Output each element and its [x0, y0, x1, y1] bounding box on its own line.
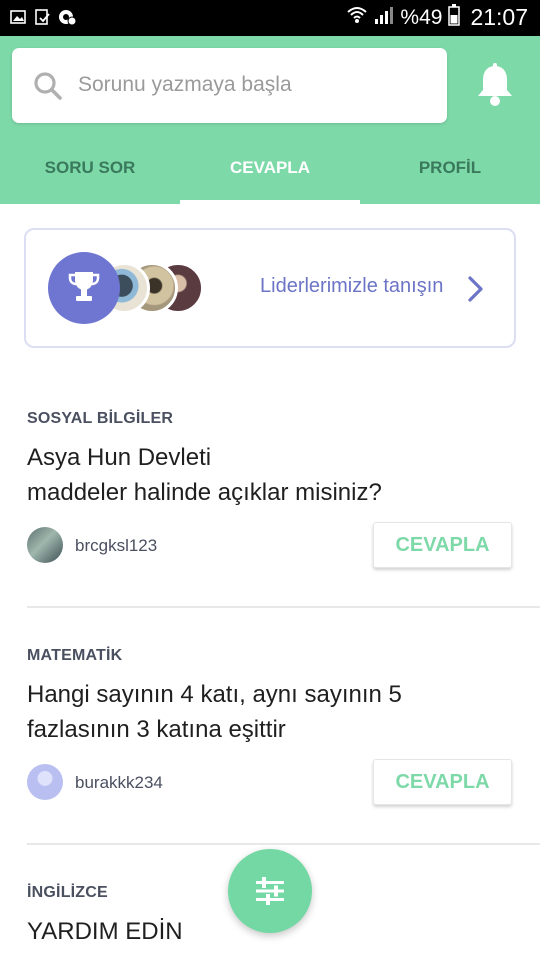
avatar[interactable]	[27, 527, 63, 563]
clock: 21:07	[470, 4, 528, 30]
question-subject: SOSYAL BİLGİLER	[27, 410, 174, 427]
tab-bar: SORU SOR CEVAPLA PROFİL	[0, 144, 540, 204]
answer-button[interactable]: CEVAPLA	[373, 522, 512, 568]
search-input[interactable]	[78, 62, 433, 108]
filter-button[interactable]	[228, 849, 312, 933]
username[interactable]: brcgksl123	[75, 536, 157, 556]
leaders-link[interactable]: Liderlerimizle tanışın	[260, 275, 443, 298]
status-bar: %49 21:07	[0, 0, 540, 36]
status-left-icons	[10, 9, 77, 26]
leaders-card[interactable]: Liderlerimizle tanışın	[24, 228, 516, 348]
tab-ask[interactable]: SORU SOR	[0, 144, 180, 204]
trophy-icon	[48, 252, 120, 324]
avatar[interactable]	[27, 764, 63, 800]
settings-notification-icon	[58, 9, 77, 26]
question-line: maddeler halinde açıklar misiniz?	[27, 479, 382, 506]
question-line: Asya Hun Devleti	[27, 444, 212, 471]
image-icon	[10, 9, 26, 25]
question-text: Asya Hun Devleti maddeler halinde açıkla…	[27, 440, 517, 510]
signal-icon	[374, 5, 394, 30]
username[interactable]: burakkk234	[75, 773, 163, 793]
bell-icon[interactable]	[470, 60, 520, 110]
app-header: SORU SOR CEVAPLA PROFİL	[0, 36, 540, 204]
question-line: Hangi sayının 4 katı, aynı sayının 5	[27, 681, 402, 708]
search-icon	[32, 70, 64, 102]
search-bar[interactable]	[12, 48, 447, 123]
tab-answer[interactable]: CEVAPLA	[180, 144, 360, 204]
question-subject: İNGİLİZCE	[27, 884, 108, 901]
battery-icon	[448, 4, 461, 31]
answer-button[interactable]: CEVAPLA	[373, 759, 512, 805]
question-line: fazlasının 3 katına eşittir	[27, 716, 286, 743]
battery-percent: %49	[400, 5, 443, 29]
question-text: Hangi sayının 4 katı, aynı sayının 5 faz…	[27, 677, 517, 747]
divider	[27, 843, 540, 845]
divider	[27, 606, 540, 608]
tab-profile[interactable]: PROFİL	[360, 144, 540, 204]
chevron-right-icon	[466, 274, 486, 309]
question-subject: MATEMATİK	[27, 647, 123, 664]
download-icon	[34, 9, 50, 25]
wifi-icon	[346, 4, 368, 31]
status-right: %49 21:07	[346, 4, 528, 31]
